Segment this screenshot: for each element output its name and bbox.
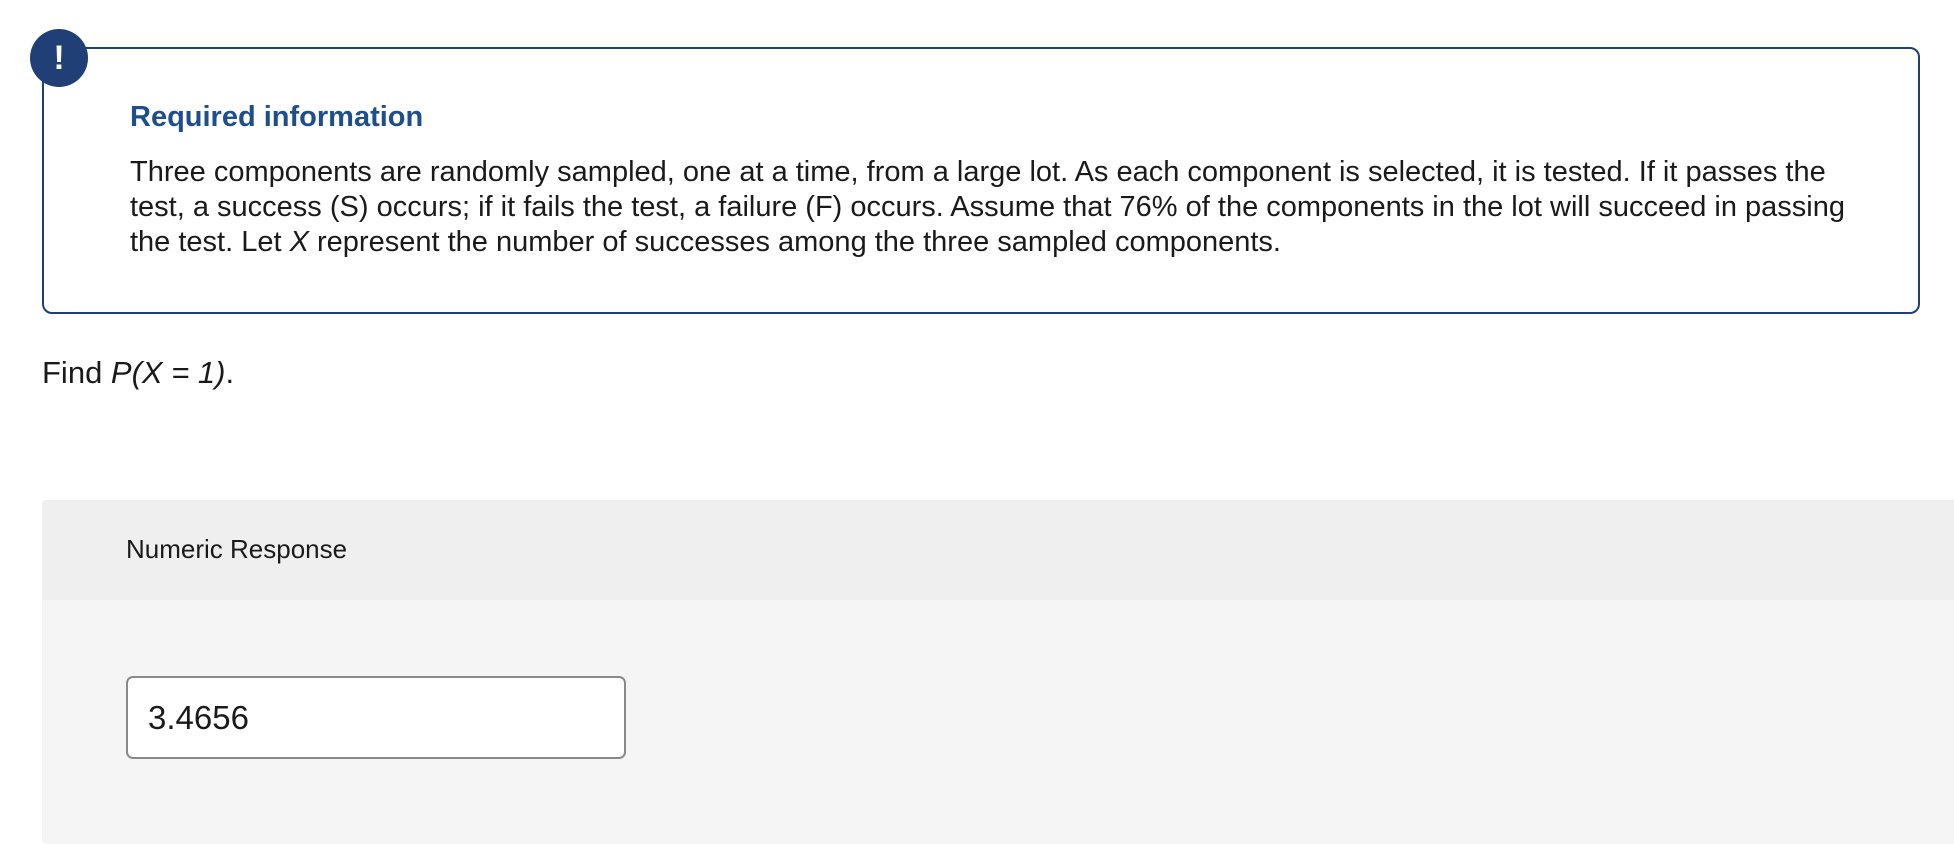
- prompt-suffix: .: [225, 355, 235, 390]
- alert-icon: !: [30, 29, 88, 87]
- required-information-callout: Required information Three components ar…: [42, 47, 1920, 314]
- numeric-answer-input[interactable]: [126, 676, 626, 759]
- page: ! Required information Three components …: [0, 0, 1954, 858]
- numeric-response-label: Numeric Response: [126, 534, 348, 564]
- callout-body-variable: X: [289, 226, 309, 258]
- prompt-prefix: Find: [42, 355, 111, 390]
- callout-body-text-2: represent the number of successes among …: [308, 226, 1281, 258]
- prompt-expression: P(X = 1): [110, 355, 226, 390]
- numeric-response-panel: Numeric Response: [42, 500, 1954, 844]
- question-prompt: Find P(X = 1).: [42, 355, 234, 391]
- callout-title: Required information: [130, 101, 424, 133]
- numeric-response-header: Numeric Response: [42, 500, 1954, 600]
- callout-body: Three components are randomly sampled, o…: [130, 155, 1870, 260]
